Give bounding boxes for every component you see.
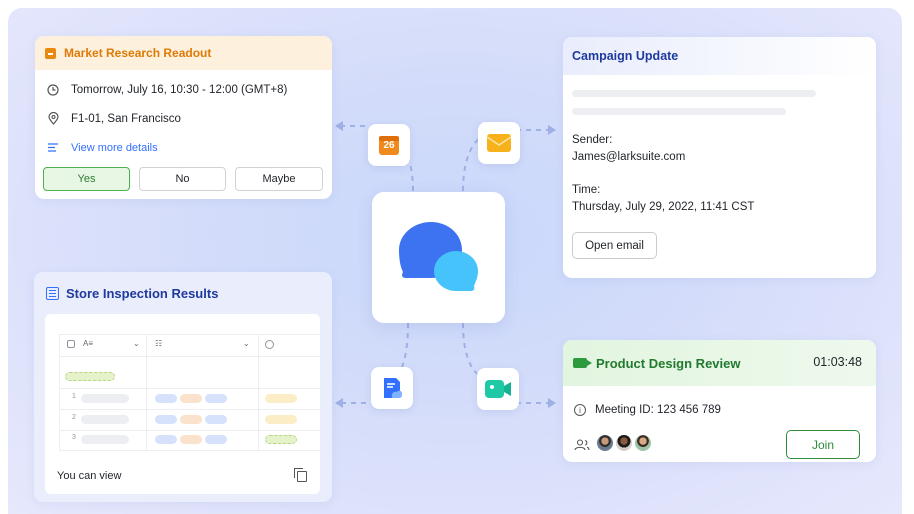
grid-line — [59, 430, 320, 431]
meeting-location-row: F1-01, San Francisco — [35, 104, 332, 133]
rsvp-buttons: Yes No Maybe — [35, 162, 332, 191]
join-meeting-button[interactable]: Join — [786, 430, 860, 459]
view-details-label: View more details — [71, 141, 158, 154]
docs-icon — [384, 378, 402, 398]
participants-icon — [574, 439, 590, 451]
row-number: 3 — [72, 434, 76, 441]
chat-bubbles-icon — [399, 222, 478, 291]
permission-text: You can view — [57, 470, 122, 482]
email-card: Campaign Update Sender: James@larksuite.… — [563, 37, 876, 278]
open-email-button[interactable]: Open email — [572, 232, 657, 259]
sheet-preview[interactable]: A≡ ⌄ ☷ ⌄ 1 2 3 You can view — [45, 314, 320, 494]
grid-line — [59, 409, 320, 410]
meeting-invite-card: Market Research Readout Tomorrow, July 1… — [35, 36, 332, 199]
option-field-icon — [265, 340, 274, 349]
grid-line — [59, 334, 60, 450]
avatar — [633, 433, 653, 453]
option-tag — [180, 435, 202, 444]
list-lines-icon — [45, 143, 61, 152]
cell-placeholder — [81, 435, 129, 444]
background-canvas: Market Research Readout Tomorrow, July 1… — [8, 8, 902, 514]
meeting-timer: 01:03:48 — [813, 355, 862, 369]
meeting-id: Meeting ID: 123 456 789 — [595, 404, 721, 416]
video-meeting-title: Product Design Review — [596, 355, 741, 371]
email-card-header: Campaign Update — [563, 37, 876, 75]
avatar — [595, 433, 615, 453]
row-number: 1 — [72, 393, 76, 400]
grid-line — [59, 450, 320, 451]
copy-icon[interactable] — [294, 468, 307, 482]
mail-icon — [487, 134, 511, 152]
sender-email: James@larksuite.com — [572, 151, 686, 163]
chevron-down-icon: ⌄ — [133, 339, 140, 348]
status-tag — [265, 394, 297, 403]
grid-line — [258, 334, 259, 450]
meeting-location: F1-01, San Francisco — [71, 112, 181, 125]
mail-app-icon[interactable] — [478, 122, 520, 164]
option-tag — [205, 415, 227, 424]
video-icon — [485, 380, 511, 398]
status-tag — [265, 435, 297, 444]
rsvp-maybe-button[interactable]: Maybe — [235, 167, 323, 191]
meeting-title: Market Research Readout — [64, 46, 212, 60]
sender-label: Sender: — [572, 134, 613, 146]
calendar-app-icon[interactable]: 26 — [368, 124, 410, 166]
row-number: 2 — [72, 414, 76, 421]
clock-icon — [45, 83, 61, 96]
placeholder-line — [572, 90, 816, 97]
grid-line — [146, 334, 147, 450]
option-tag — [155, 435, 177, 444]
meeting-card-header: Market Research Readout — [35, 36, 332, 70]
chevron-down-icon: ⌄ — [243, 339, 250, 348]
list-field-icon: ☷ — [155, 339, 163, 348]
checkbox-icon — [67, 340, 75, 348]
grid-line — [59, 356, 320, 357]
grid-line — [59, 334, 320, 335]
location-pin-icon — [45, 112, 61, 125]
video-meeting-card: Product Design Review 01:03:48 i Meeting… — [563, 340, 876, 462]
meeting-time: Tomorrow, July 16, 10:30 - 12:00 (GMT+8) — [71, 83, 288, 96]
info-icon: i — [574, 404, 586, 416]
meeting-time-row: Tomorrow, July 16, 10:30 - 12:00 (GMT+8) — [35, 75, 332, 104]
sheet-title: Store Inspection Results — [66, 285, 219, 301]
option-tag — [205, 394, 227, 403]
option-tag — [205, 435, 227, 444]
sheet-icon — [46, 286, 59, 300]
calendar-small-icon — [45, 47, 56, 59]
calendar-day: 26 — [383, 140, 395, 151]
video-meeting-header: Product Design Review 01:03:48 — [563, 340, 876, 386]
email-time: Thursday, July 29, 2022, 11:41 CST — [572, 201, 755, 213]
email-subject: Campaign Update — [572, 49, 679, 63]
cell-placeholder — [81, 394, 129, 403]
meeting-id-row: i Meeting ID: 123 456 789 — [574, 404, 721, 416]
sheet-card-header: Store Inspection Results — [34, 272, 332, 314]
placeholder-line — [572, 108, 786, 115]
view-details-link[interactable]: View more details — [35, 133, 332, 162]
grid-line — [59, 388, 320, 389]
status-tag — [265, 415, 297, 424]
rsvp-no-button[interactable]: No — [139, 167, 226, 191]
avatar — [614, 433, 634, 453]
video-app-icon[interactable] — [477, 368, 519, 410]
sheet-card: Store Inspection Results A≡ ⌄ ☷ ⌄ 1 2 3 — [34, 272, 332, 502]
rsvp-yes-button[interactable]: Yes — [43, 167, 130, 191]
tag-pill — [65, 372, 115, 381]
time-label: Time: — [572, 184, 601, 196]
messenger-hub — [372, 192, 505, 323]
video-camera-icon — [573, 358, 592, 368]
option-tag — [155, 415, 177, 424]
option-tag — [180, 394, 202, 403]
cell-placeholder — [81, 415, 129, 424]
option-tag — [180, 415, 202, 424]
docs-app-icon[interactable] — [371, 367, 413, 409]
text-field-icon: A≡ — [83, 339, 94, 348]
option-tag — [155, 394, 177, 403]
